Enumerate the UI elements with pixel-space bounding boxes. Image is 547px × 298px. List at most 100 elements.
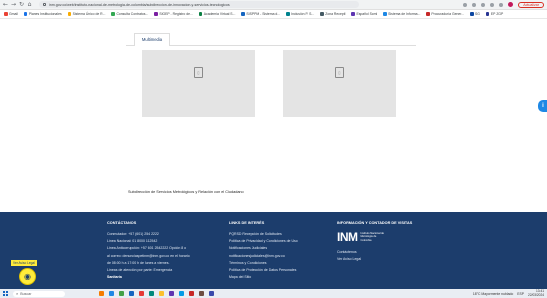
footer-link[interactable]: Notificaciones Judiciales [229, 245, 298, 252]
document-icon: ▯ [194, 67, 203, 78]
bookmark-item[interactable]: Sistema Único de R... [67, 12, 106, 16]
taskbar-app-icon[interactable] [169, 291, 174, 296]
footer-link[interactable]: Ver Aviso Legal [337, 256, 412, 263]
taskbar-app-icon[interactable] [129, 291, 134, 296]
taskbar-app-icon[interactable] [149, 291, 154, 296]
bookmark-label: EP ZGP [490, 12, 504, 16]
taskbar-app-icon[interactable] [159, 291, 164, 296]
bookmark-favicon-icon [426, 12, 430, 16]
footer-line: Línea Nacional: 01 8000 112542 [107, 239, 158, 244]
taskbar-app-icon[interactable] [189, 291, 194, 296]
bookmark-label: Consulta Contratos... [116, 12, 149, 16]
bookmark-favicon-icon [67, 12, 72, 16]
forward-icon[interactable]: → [11, 0, 16, 10]
bookmark-item[interactable]: EP ZGP [485, 12, 504, 16]
reload-icon[interactable]: ↻ [19, 0, 24, 10]
bookmark-favicon-icon [485, 12, 490, 16]
footer-line: Conmutador: +57 (601) 254 2222 [107, 232, 159, 236]
bookmark-item[interactable]: Español Scml [351, 12, 377, 16]
info-float-button[interactable]: i [538, 100, 547, 112]
bookmark-item[interactable]: Procuraduría Gener... [426, 12, 464, 16]
inm-logo-mark: INM [337, 230, 358, 244]
bookmark-favicon-icon [241, 12, 245, 16]
search-placeholder: Buscar [20, 291, 32, 296]
bookmark-item[interactable]: Planes Institucionales [23, 12, 62, 16]
bookmark-label: Academia Virtual S... [203, 12, 236, 16]
share-icon[interactable] [463, 2, 468, 7]
bookmark-item[interactable]: Consulta Contratos... [111, 12, 148, 16]
bookmark-label: Procuraduría Gener... [431, 12, 465, 16]
media-placeholder[interactable]: ▯ [142, 50, 255, 117]
footer-line[interactable]: al correo: denunciaspetinm@inm.gov.co en… [107, 253, 190, 260]
bookmark-item[interactable]: Sistema de Informa... [383, 12, 420, 16]
footer-heading: INFORMACIÓN Y CONTADOR DE VISITAS [337, 221, 413, 225]
windows-start-icon[interactable] [3, 291, 8, 296]
system-tray: 18°C Mayormente nublado ESP 13:41 22/03/… [473, 289, 547, 298]
bookmark-label: Español Scml [356, 12, 378, 16]
clock[interactable]: 13:41 22/03/2024 [528, 289, 544, 298]
bookmark-favicon-icon [470, 12, 474, 16]
site-footer: CONTÁCTANOS Conmutador: +57 (601) 254 22… [0, 212, 547, 289]
footer-link[interactable]: PQRSD Recepción de Solicitudes [229, 231, 298, 238]
footer-link[interactable]: notificacionesjudiciales@inm.gov.co [229, 253, 298, 260]
footer-link[interactable]: Política de Privacidad y Condiciones de … [229, 238, 298, 245]
tab-multimedia[interactable]: Multimedia [134, 33, 170, 46]
taskbar-app-icon[interactable] [209, 291, 214, 296]
bookmark-label: Planes Institucionales [28, 12, 62, 16]
voice-label[interactable]: Ver Aviso Legal [11, 260, 37, 266]
bookmark-favicon-icon [320, 12, 324, 16]
bookmark-item[interactable]: SIGEP - Registro de... [154, 12, 193, 16]
footer-line: Línea Anticorrupción: +57 601 2542222 Op… [107, 246, 187, 251]
bookmark-item[interactable]: Gmail [4, 12, 18, 16]
language-indicator[interactable]: ESP [517, 292, 524, 296]
bookmark-item[interactable]: Academia Virtual S... [198, 12, 236, 16]
taskbar-app-icon[interactable] [139, 291, 144, 296]
bookmark-item[interactable]: SG [470, 12, 480, 16]
taskbar-app-icon[interactable] [179, 291, 184, 296]
bookmark-item[interactable]: SISPPM - Sistema d... [241, 12, 280, 16]
bookmarks-bar: Gmail Planes Institucionales Sistema Único… [0, 10, 547, 19]
address-bar[interactable]: inm.gov.co/web/instituto-nacional-de-met… [39, 1, 359, 8]
taskbar-app-icon[interactable] [119, 291, 124, 296]
document-icon: ▯ [335, 67, 344, 78]
bookmark-favicon-icon [154, 12, 158, 16]
taskbar-app-icon[interactable] [199, 291, 204, 296]
footer-heading: LINKS DE INTERÉS [229, 221, 265, 225]
taskbar-app-icon[interactable] [109, 291, 114, 296]
taskbar-search[interactable]: ⌕ Buscar [13, 290, 65, 297]
star-icon[interactable] [472, 2, 477, 7]
weather-text[interactable]: 18°C Mayormente nublado [473, 292, 513, 296]
bookmark-label: Gmail [9, 12, 18, 16]
back-icon[interactable]: ← [3, 0, 8, 10]
footer-link[interactable]: Términos y Condiciones [229, 260, 298, 267]
bookmark-favicon-icon [383, 12, 387, 16]
microphone-icon[interactable]: ◉ [19, 268, 36, 285]
bookmark-item[interactable]: Zona Receptl [320, 12, 345, 16]
taskbar-apps [99, 291, 214, 296]
footer-link[interactable]: Política de Protección de Datos Personal… [229, 267, 298, 274]
footer-link[interactable]: Mapa del Sitio [229, 274, 298, 281]
subdireccion-text: Subdirección de Servicios Metrológicos y… [128, 190, 244, 194]
search-icon: ⌕ [16, 291, 19, 296]
bookmark-label: SIGEP - Registro de... [159, 12, 193, 16]
home-icon[interactable]: ⌂ [27, 0, 32, 10]
bookmark-item[interactable]: Inclusión P. S... [286, 12, 314, 16]
update-button[interactable]: Actualizar [518, 1, 544, 8]
taskbar-app-icon[interactable] [99, 291, 104, 296]
extension-icon[interactable] [481, 2, 486, 7]
bookmark-label: SG [475, 12, 480, 16]
media-placeholder[interactable]: ▯ [283, 50, 396, 117]
profile-avatar[interactable] [508, 2, 514, 7]
bookmark-favicon-icon [4, 12, 8, 16]
lock-icon [43, 3, 46, 6]
bookmark-label: Sistema de Informa... [388, 12, 421, 16]
inm-logo[interactable]: INM Instituto Nacional de Metrología de … [337, 231, 412, 243]
bookmark-favicon-icon [286, 12, 290, 16]
sidebar-icon[interactable] [499, 2, 504, 7]
puzzle-icon[interactable] [490, 2, 495, 7]
bookmark-label: Sistema Único de R... [72, 12, 106, 16]
tab-strip: Multimedia [126, 30, 416, 46]
footer-heading: CONTÁCTANOS [107, 221, 137, 225]
bookmark-favicon-icon [351, 12, 355, 16]
footer-link[interactable]: Contáctenos [337, 249, 412, 256]
